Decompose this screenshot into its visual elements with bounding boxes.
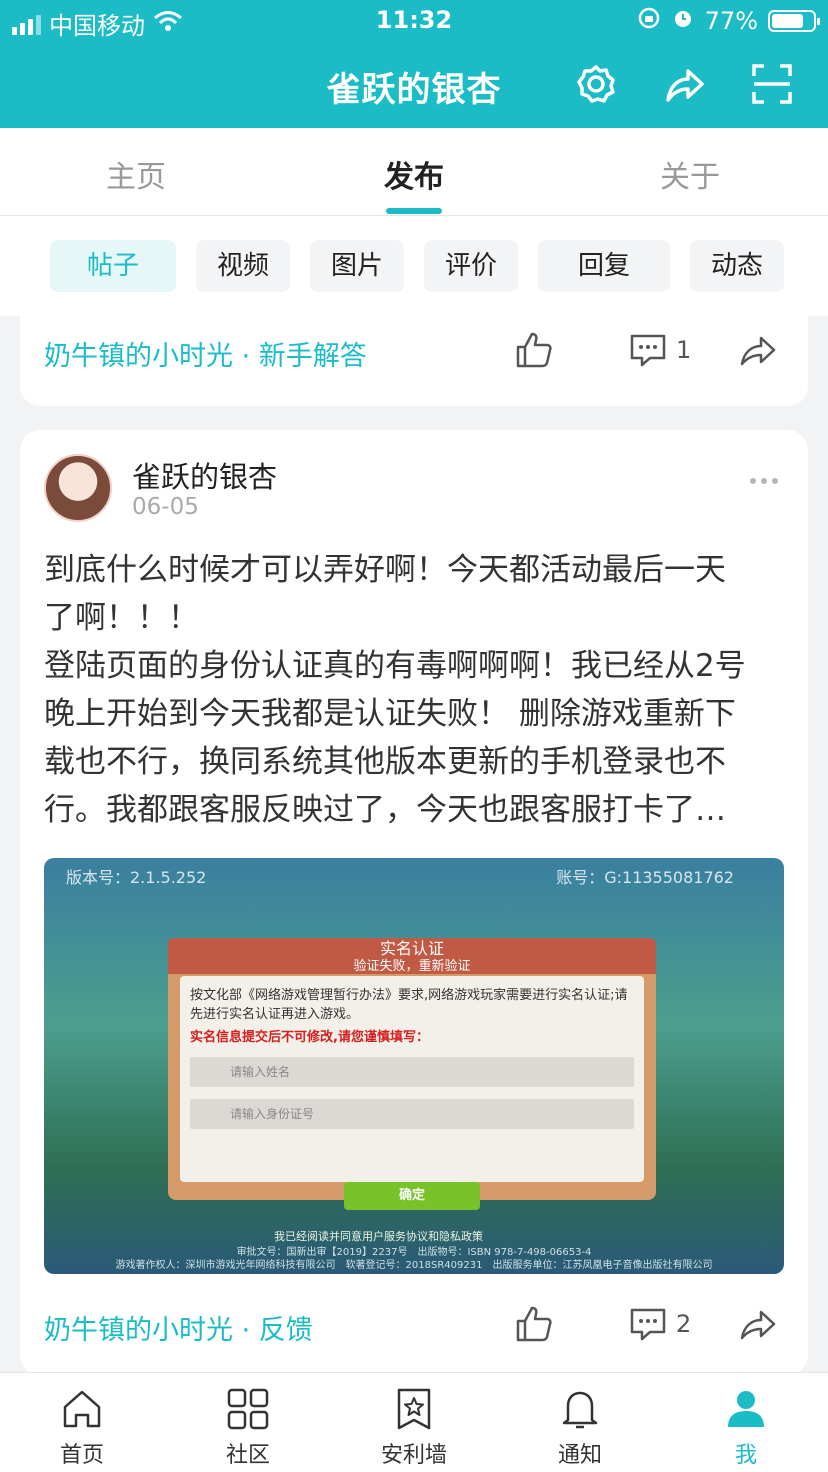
game-footer-line: 游戏著作权人：深圳市游戏光年网络科技有限公司 软著登记号：2018SR40923… [115,1260,713,1271]
battery-icon [768,10,820,32]
dialog-text: 按文化部《网络游戏管理暂行办法》要求,网络游戏玩家需要进行实名认证;请先进行实名… [190,988,628,1022]
nav-label: 通知 [557,1443,602,1468]
author-name[interactable]: 雀跃的银杏 [132,454,277,496]
share-icon [740,1310,776,1340]
bell-icon [562,1391,598,1429]
status-bar: 中国移动 11:32 77% [0,0,828,42]
home-icon [63,1390,101,1428]
scan-icon[interactable] [750,62,794,106]
confirm-button: 确定 [344,1182,480,1210]
post-text-line: 载也不行，换同系统其他版本更新的手机登录也不 [44,744,726,780]
dialog-body: 按文化部《网络游戏管理暂行办法》要求,网络游戏玩家需要进行实名认证;请先进行实名… [180,976,644,1182]
nav-recommend-wall[interactable]: 安利墙 [354,1387,474,1469]
alarm-icon [671,6,695,36]
user-icon [728,1391,764,1427]
post-text-line: 登陆页面的身份认证真的有毒啊啊啊！我已经从2号 [44,648,746,684]
post-text-line: 了啊！！！ [44,600,199,636]
status-right: 77% [637,6,820,36]
grid-icon [227,1388,269,1430]
comment-icon [630,334,666,367]
filter-videos[interactable]: 视频 [196,240,290,292]
game-footer: 审批文号：国新出审【2019】2237号 出版物号：ISBN 978-7-498… [44,1246,784,1272]
filter-activity[interactable]: 动态 [690,240,784,292]
game-account: 账号：G:11355081762 [556,868,734,887]
dialog-header: 实名认证 验证失败，重新验证 [168,938,656,974]
comment-button[interactable]: 2 [628,1304,691,1344]
post-date: 06-05 [132,494,199,520]
top-header: 中国移动 11:32 77% 雀跃的银杏 [0,0,828,128]
comment-count: 2 [676,1310,692,1338]
post-text-line: 行。我都跟客服反映过了，今天也跟客服打卡了… [44,792,726,828]
filter-replies[interactable]: 回复 52 [538,240,670,333]
filter-images[interactable]: 图片 [310,240,404,292]
post-topic-link[interactable]: 奶牛镇的小时光 · 新手解答 [44,334,367,373]
nav-home[interactable]: 首页 [22,1387,142,1469]
nav-label: 安利墙 [380,1443,447,1468]
settings-icon[interactable] [574,62,618,106]
agreement-text: 我已经阅读并同意用户服务协议和隐私政策 [274,1230,483,1243]
nav-label: 我 [734,1443,757,1468]
star-badge-icon [397,1388,431,1430]
nav-me[interactable]: 我 [686,1387,806,1469]
rotation-lock-icon [637,6,661,36]
dialog-title: 实名认证 [379,939,444,958]
nav-notifications[interactable]: 通知 [520,1387,640,1469]
post-topic-link[interactable]: 奶牛镇的小时光 · 反馈 [44,1308,313,1347]
name-field: 请输入姓名 [190,1057,634,1087]
thumb-up-icon [516,332,552,368]
post-image[interactable]: 版本号：2.1.5.252 账号：G:11355081762 实名认证 验证失败… [44,858,784,1274]
tab-publish[interactable]: 发布 [314,152,514,196]
filter-posts[interactable]: 帖子 11 [50,240,176,333]
tab-about[interactable]: 关于 [590,152,790,196]
share-post-button[interactable] [738,1304,778,1344]
share-icon[interactable] [662,62,706,106]
share-icon [740,336,776,366]
profile-tabs: 主页 发布 关于 [0,128,828,216]
game-version: 版本号：2.1.5.252 [66,868,207,887]
more-options-icon[interactable] [750,478,778,484]
comment-button[interactable]: 1 [628,330,691,370]
post-text-line: 到底什么时候才可以弄好啊！今天都活动最后一天 [44,552,726,588]
filter-reviews[interactable]: 评价 [424,240,518,292]
like-button[interactable] [514,330,554,370]
post-card: 雀跃的银杏 06-05 到底什么时候才可以弄好啊！今天都活动最后一天 了啊！！！… [20,430,808,1375]
share-post-button[interactable] [738,330,778,370]
like-button[interactable] [514,1304,554,1344]
post-footer: 奶牛镇的小时光 · 新手解答 1 [44,322,784,382]
dialog-warning: 实名信息提交后不可修改,请您谨慎填写： [190,1030,429,1045]
bottom-nav: 首页 社区 安利墙 通知 我 [0,1372,828,1472]
dialog-subtitle: 验证失败，重新验证 [353,959,471,974]
comment-icon [630,1308,666,1341]
post-card: 奶牛镇的小时光 · 新手解答 1 [20,296,808,406]
post-footer: 奶牛镇的小时光 · 反馈 2 [44,1296,784,1356]
comment-count: 1 [676,336,692,364]
battery-percent: 77% [704,7,758,35]
post-text-line: 晚上开始到今天我都是认证失败！ 删除游戏重新下 [44,696,736,732]
nav-label: 首页 [59,1443,104,1468]
avatar[interactable] [44,454,112,522]
game-footer-line: 审批文号：国新出审【2019】2237号 出版物号：ISBN 978-7-498… [236,1247,592,1258]
nav-community[interactable]: 社区 [188,1387,308,1469]
thumb-up-icon [516,1306,552,1342]
verify-dialog: 实名认证 验证失败，重新验证 按文化部《网络游戏管理暂行办法》要求,网络游戏玩家… [168,938,656,1210]
id-field: 请输入身份证号 [190,1099,634,1129]
post-text[interactable]: 到底什么时候才可以弄好啊！今天都活动最后一天 了啊！！！ 登陆页面的身份认证真的… [44,546,784,834]
tab-indicator [386,208,442,214]
nav-label: 社区 [225,1443,270,1468]
tab-home[interactable]: 主页 [36,152,236,196]
